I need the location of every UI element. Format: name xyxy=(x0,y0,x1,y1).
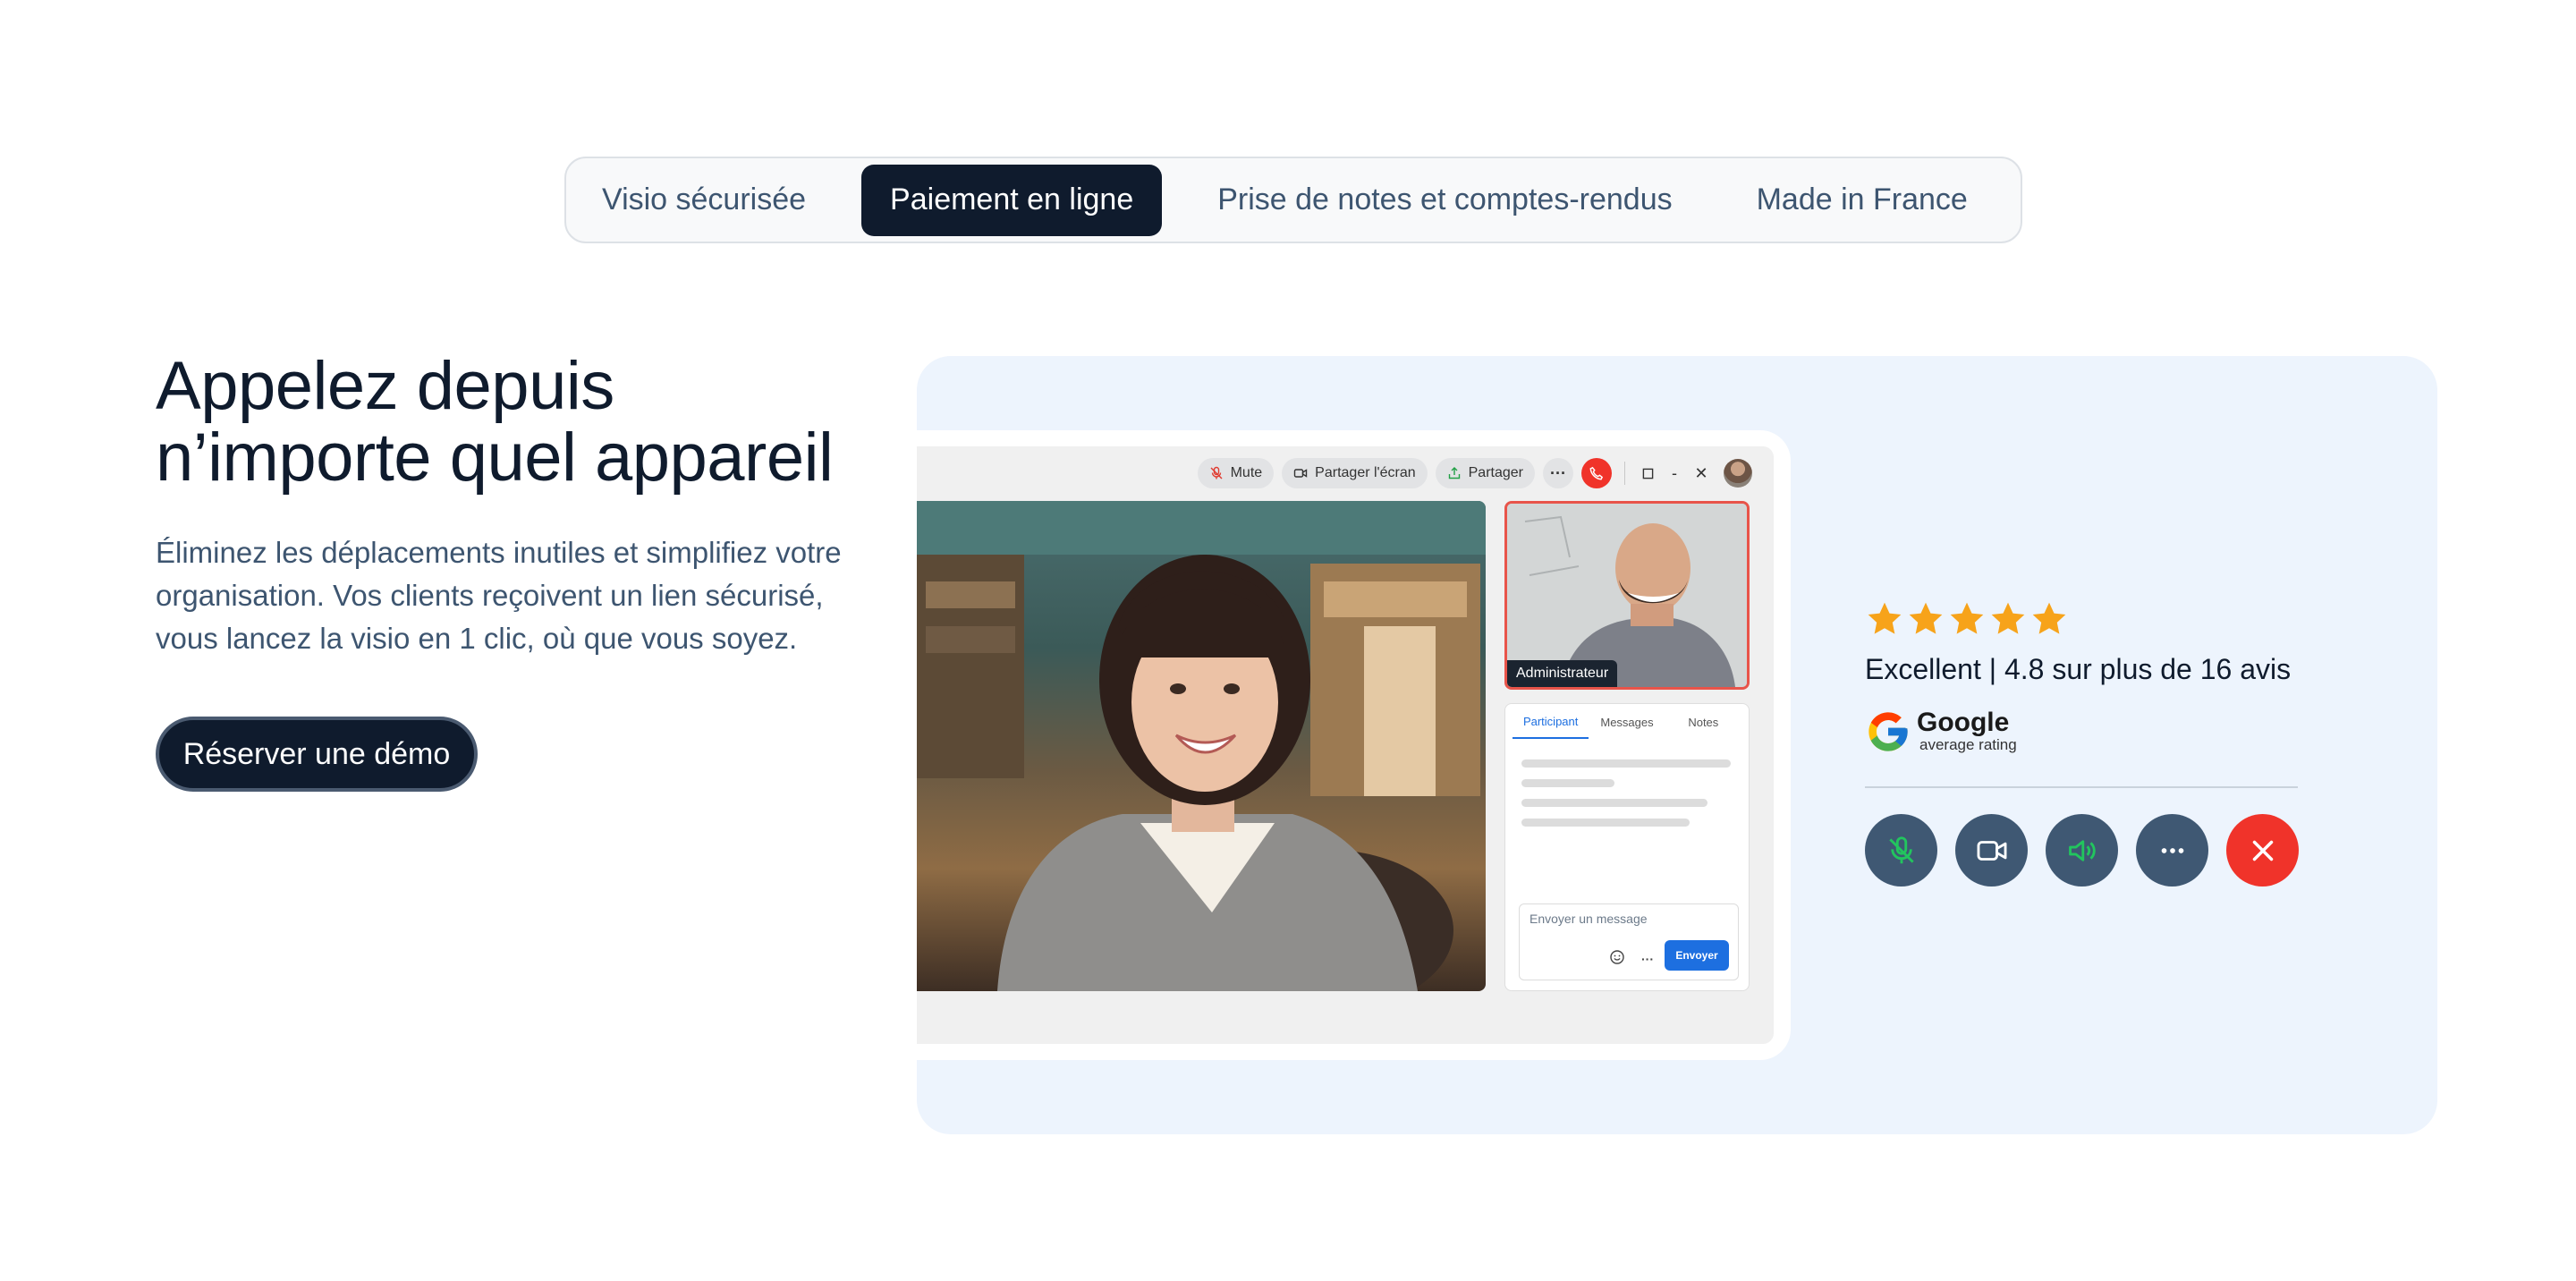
more-control-button[interactable] xyxy=(2136,814,2208,887)
book-demo-button[interactable]: Réserver une démo xyxy=(156,717,478,792)
google-logo-icon xyxy=(1868,712,1908,751)
avatar[interactable] xyxy=(1724,459,1752,488)
tab-visio-securisee[interactable]: Visio sécurisée xyxy=(573,165,835,236)
share-screen-label: Partager l'écran xyxy=(1315,465,1416,480)
hero-description: Éliminez les déplacements inutiles et si… xyxy=(156,536,842,655)
speaker-control-button[interactable] xyxy=(2046,814,2118,887)
google-text: Google average rating xyxy=(1917,709,2017,754)
google-name: Google xyxy=(1917,708,2010,737)
main-video xyxy=(917,501,1486,991)
speaker-icon xyxy=(2068,839,2096,861)
star-icon xyxy=(1909,602,1943,634)
chat-tabs: Participant Messages Notes xyxy=(1505,704,1749,740)
feature-tabs: Visio sécurisée Paiement en ligne Prise … xyxy=(564,157,2022,243)
star-icon xyxy=(1950,602,1984,634)
participant-name-label: Administrateur xyxy=(1507,660,1618,687)
main-video-image xyxy=(917,501,1486,991)
placeholder-line xyxy=(1521,779,1614,787)
rating-summary: Excellent | 4.8 sur plus de 16 avis xyxy=(1865,653,2292,685)
participant-video: Administrateur xyxy=(1504,501,1750,690)
toolbar-more-button[interactable]: ··· xyxy=(1543,458,1573,488)
google-rating-badge: Google average rating xyxy=(1865,708,2017,755)
message-input[interactable]: Envoyer un message ··· Envoyer xyxy=(1519,903,1739,980)
phone-icon xyxy=(1589,466,1604,480)
call-window: Mute Partager l'écran Partager ··· - ✕ A… xyxy=(917,446,1774,1044)
maximize-button[interactable] xyxy=(1634,460,1661,487)
hero-title: Appelez depuis n’importe quel appareil xyxy=(156,348,834,496)
send-button[interactable]: Envoyer xyxy=(1665,940,1729,971)
mute-button[interactable]: Mute xyxy=(1197,458,1275,488)
chat-tab-notes[interactable]: Notes xyxy=(1665,707,1741,738)
end-call-icon xyxy=(2252,840,2273,861)
google-subtitle: average rating xyxy=(1919,736,2017,753)
tab-paiement-en-ligne[interactable]: Paiement en ligne xyxy=(861,164,1163,236)
call-toolbar: Mute Partager l'écran Partager ··· - ✕ xyxy=(1190,455,1752,491)
mute-control-button[interactable] xyxy=(1865,814,1937,887)
end-call-button[interactable] xyxy=(2226,814,2299,887)
close-button[interactable]: ✕ xyxy=(1688,460,1715,487)
star-icon xyxy=(2032,602,2066,634)
mute-label: Mute xyxy=(1230,465,1263,480)
star-icon xyxy=(1991,602,2025,634)
rating-stars xyxy=(1865,599,2071,639)
maximize-icon xyxy=(1642,468,1653,479)
minimize-button[interactable]: - xyxy=(1661,460,1688,487)
more-icon xyxy=(2161,847,2183,853)
call-controls xyxy=(1865,814,2317,887)
share-screen-button[interactable]: Partager l'écran xyxy=(1282,458,1428,488)
call-window-frame: Mute Partager l'écran Partager ··· - ✕ A… xyxy=(917,430,1791,1060)
placeholder-line xyxy=(1521,799,1707,807)
star-icon xyxy=(1868,602,1902,634)
tab-prise-de-notes[interactable]: Prise de notes et comptes-rendus xyxy=(1189,165,1700,236)
emoji-icon[interactable] xyxy=(1608,948,1626,966)
divider xyxy=(1865,786,2298,788)
message-placeholder: Envoyer un message xyxy=(1530,912,1648,926)
camera-icon xyxy=(1293,469,1308,478)
toolbar-separator xyxy=(1624,462,1625,485)
hang-up-button[interactable] xyxy=(1581,458,1612,488)
chat-panel: Participant Messages Notes Envoyer un me… xyxy=(1504,703,1750,991)
share-label: Partager xyxy=(1468,465,1523,480)
upload-icon xyxy=(1448,467,1460,479)
video-control-button[interactable] xyxy=(1955,814,2028,887)
video-camera-icon xyxy=(1977,840,2006,861)
placeholder-line xyxy=(1521,759,1731,768)
chat-tab-messages[interactable]: Messages xyxy=(1589,707,1665,738)
mic-off-icon xyxy=(1210,466,1223,479)
share-button[interactable]: Partager xyxy=(1435,458,1535,488)
placeholder-line xyxy=(1521,819,1690,827)
illustration-panel: Mute Partager l'écran Partager ··· - ✕ A… xyxy=(917,356,2437,1134)
mic-off-icon xyxy=(1888,836,1914,863)
tab-made-in-france[interactable]: Made in France xyxy=(1728,165,1996,236)
chat-tab-participant[interactable]: Participant xyxy=(1513,706,1589,739)
message-more-button[interactable]: ··· xyxy=(1641,952,1654,966)
